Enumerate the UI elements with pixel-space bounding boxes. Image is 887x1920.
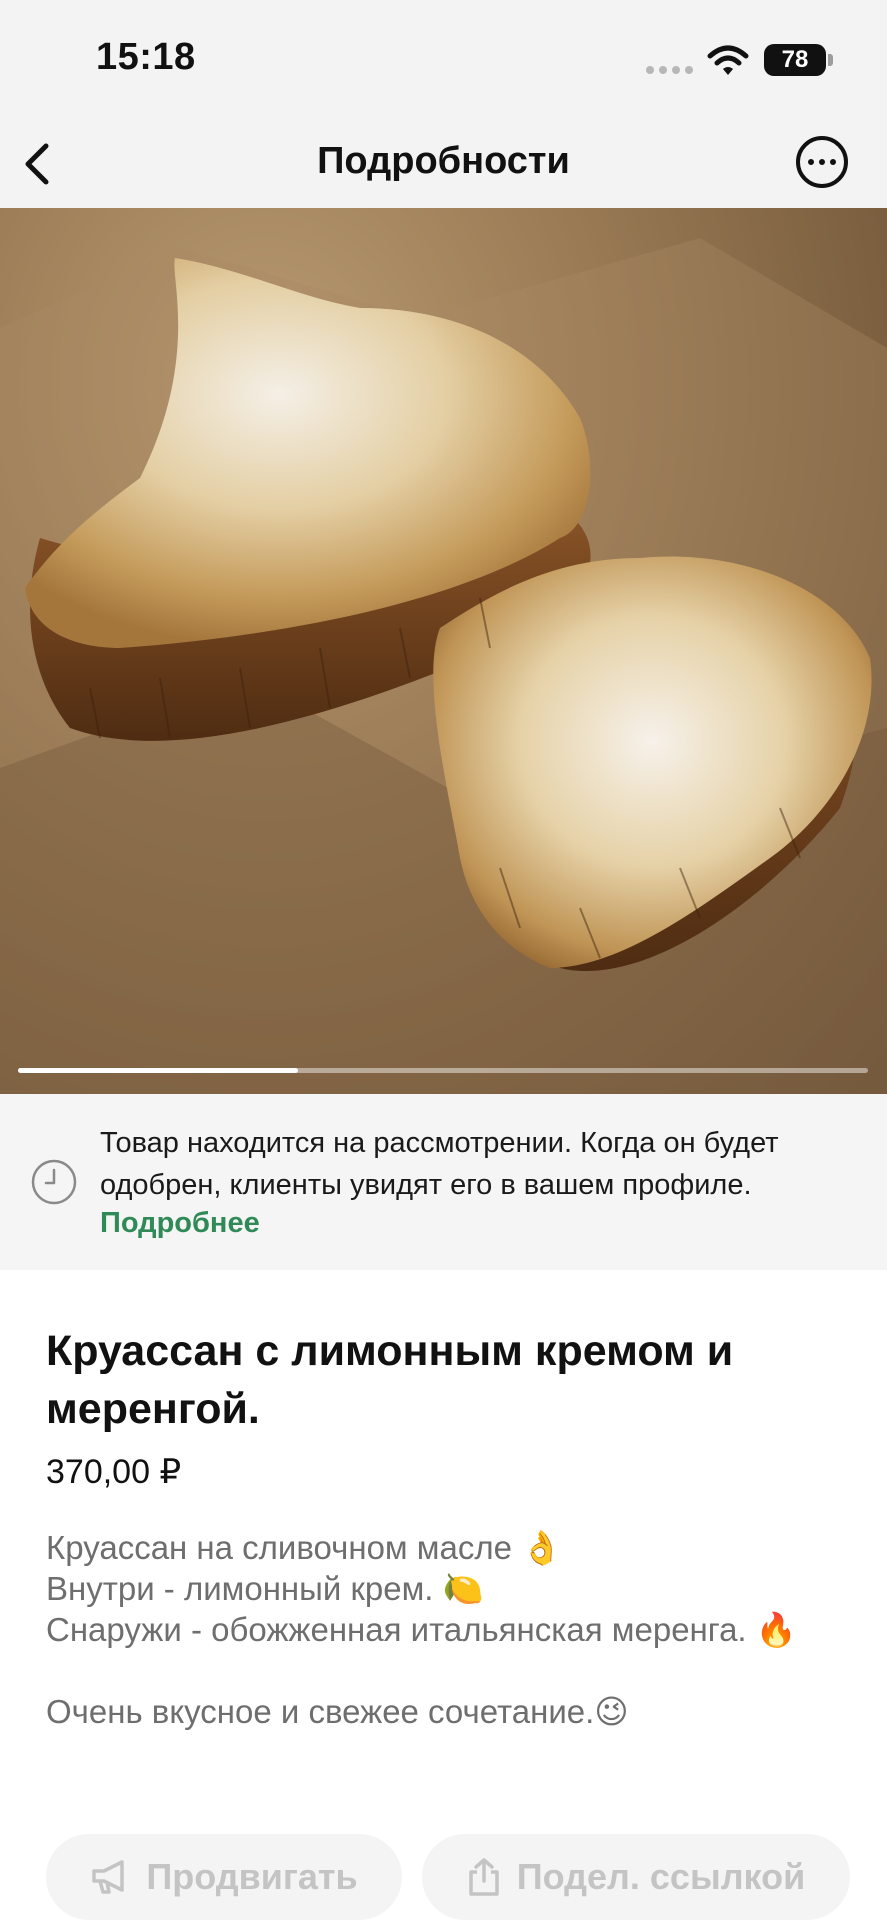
share-link-button[interactable]: Подел. ссылкой bbox=[422, 1834, 850, 1920]
croissant-photo-illustration bbox=[0, 238, 887, 1094]
product-price: 370,00 ₽ bbox=[46, 1453, 182, 1491]
promote-button[interactable]: Продвигать bbox=[46, 1834, 402, 1920]
product-title: Круассан с лимонным кремом и меренгой. bbox=[46, 1327, 734, 1433]
battery-indicator: 78 bbox=[764, 44, 826, 76]
ellipsis-dot bbox=[808, 159, 814, 165]
battery-cap bbox=[828, 54, 833, 66]
navigation-bar: Подробности bbox=[0, 120, 887, 208]
cellular-signal-icon bbox=[646, 66, 693, 74]
more-options-button[interactable] bbox=[796, 136, 848, 188]
status-time: 15:18 bbox=[96, 36, 196, 78]
learn-more-link[interactable]: Подробнее bbox=[100, 1202, 260, 1244]
action-buttons: Продвигать Подел. ссылкой bbox=[0, 1834, 887, 1920]
megaphone-icon bbox=[92, 1860, 125, 1894]
ellipsis-dot bbox=[830, 159, 836, 165]
wifi-icon bbox=[707, 45, 749, 75]
share-icon bbox=[469, 1858, 499, 1896]
review-notice-text: Товар находится на рассмотрении. Когда о… bbox=[100, 1127, 779, 1201]
clock-icon bbox=[31, 1159, 77, 1205]
promote-button-label: Продвигать bbox=[146, 1856, 358, 1897]
share-link-button-label: Подел. ссылкой bbox=[516, 1856, 806, 1897]
product-photo[interactable] bbox=[0, 208, 887, 1094]
gallery-progress-fill bbox=[18, 1068, 298, 1073]
page-title: Подробности bbox=[317, 140, 570, 182]
product-description: Круассан на сливочном масле 👌 Внутри - л… bbox=[46, 1529, 797, 1730]
status-bar: 15:18 78 bbox=[0, 0, 887, 120]
ellipsis-dot bbox=[819, 159, 825, 165]
